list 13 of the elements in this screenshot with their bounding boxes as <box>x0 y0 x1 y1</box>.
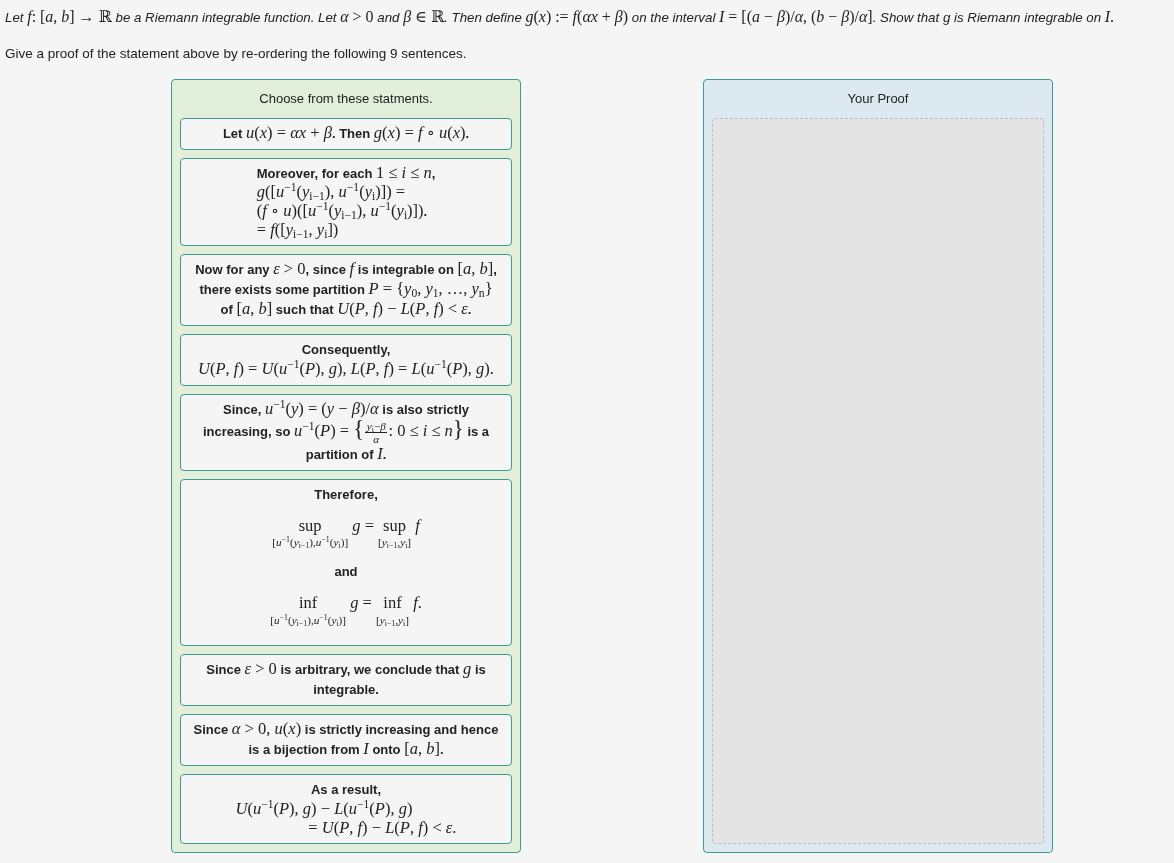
problem-statement: Let f: [a, b] → ℝ be a Riemann integrable function. Let α > 0 and β ∈ ℝ. Then define g(x) := f(αx + β) on the interval I = [(a − β)/α, (b − β)/α]. Show that g is Riemann integrable on I. <box>5 9 1116 27</box>
statement-card[interactable]: Moreover, for each 1 ≤ i ≤ n, g([u$^{−1}$(y$_{i−1}$), u$^{−1}$(y$_{i}$)]) = (f ∘ u)([u$^{−1}$(y$_{i−1}$), u$^{−1}$(y$_{i}$)]). = f([y$_{i−1}$, y$_{i}$]) <box>180 158 512 246</box>
panel-title: Your Proof <box>847 90 909 108</box>
statement-card[interactable]: Since α > 0, u(x) is strictly increasing and hence is a bijection from I onto [a, b]. <box>180 713 512 766</box>
statement-card[interactable]: Consequently, U(P, f) = U(u$^{−1}$(P), g), L(P, f) = L(u$^{−1}$(P), g). <box>180 334 512 386</box>
statement-card[interactable]: Since ε > 0 is arbitrary, we conclude that g is integrable. <box>180 653 512 706</box>
statement-card[interactable]: Now for any ε > 0, since f is integrable on [a, b], there exists some partition P = {y$_{0}$, y$_{1}$, …, y$_{n}$} of [a, b] such that U(P, f) − L(P, f) < ε. <box>180 254 512 326</box>
panel-title: Choose from these statments. <box>259 90 433 108</box>
statement-card[interactable]: Since, u$^{−1}$(y) = (y − β)/α is also strictly increasing, so u$^{−1}$(P) = {y$_{i}$−β α : 0 ≤ i ≤ n}is a partition of I. <box>180 394 512 472</box>
statement-card[interactable]: Therefore, sup [u$^{−1}$(y$_{i−1}$),u$^{−1}$(y$_{i}$)] g = sup [y$_{i−1}$,y$_{i}$] f and inf [u$^{−1}$(y$_{i−1}$),u$^{−1}$(y$_{i}$)] g = inf [y$_{i−1}$,y$_{i}$] f. <box>180 479 512 646</box>
instruction-text: Give a proof of the statement above by re-ordering the following 9 sentences. <box>5 45 468 63</box>
statement-card[interactable]: As a result, U(u$^{−1}$(P), g) − L(u$^{−1}$(P), g) = U(P, f) − L(P, f) < ε. <box>180 773 512 844</box>
statement-card[interactable]: Let u(x) = αx + β. Then g(x) = f ∘ u(x). <box>180 118 512 150</box>
